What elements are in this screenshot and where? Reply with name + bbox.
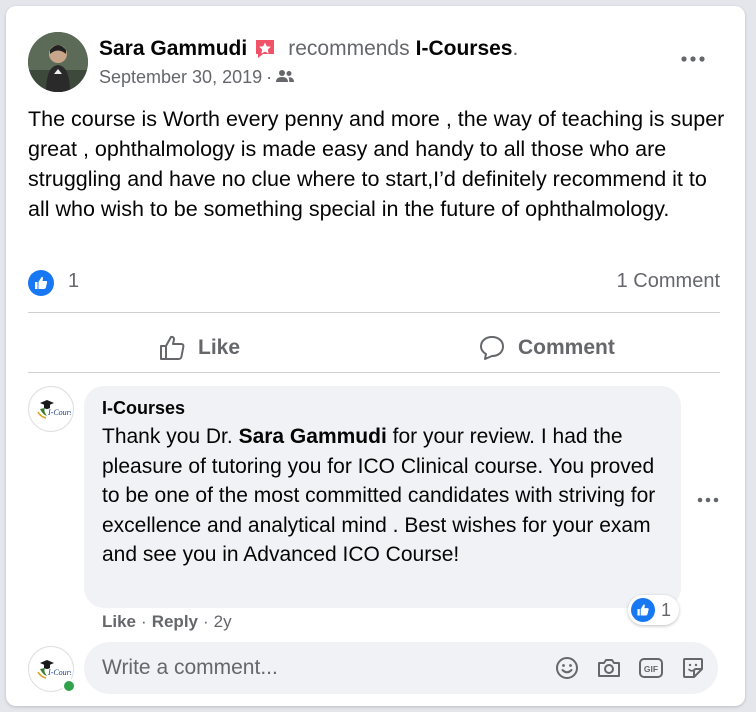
friends-icon[interactable] — [276, 67, 295, 88]
recommend-star-icon — [254, 38, 276, 60]
recommended-page-name[interactable]: I-Courses — [416, 37, 513, 61]
more-horizontal-icon — [697, 497, 719, 503]
emoji-icon[interactable] — [554, 655, 580, 681]
meta-separator: · — [266, 67, 273, 87]
comment-input[interactable] — [102, 652, 542, 684]
comment-options-button[interactable] — [694, 490, 722, 510]
header-period: . — [512, 37, 519, 60]
comment-text: Thank you Dr. Sara Gammudi for your revi… — [102, 425, 656, 566]
i-courses-logo: I-Courses — [37, 400, 71, 419]
svg-text:I-Courses: I-Courses — [47, 408, 71, 417]
post-body: The course is Worth every penny and more… — [28, 107, 725, 221]
like-button-label: Like — [198, 336, 241, 359]
author-name[interactable]: Sara Gammudi — [99, 37, 247, 61]
comment-age[interactable]: 2y — [214, 612, 232, 632]
online-status-indicator — [62, 679, 76, 693]
svg-text:I-Courses: I-Courses — [47, 668, 71, 677]
action-separator: · — [203, 612, 209, 631]
comment-button-label: Comment — [518, 336, 615, 359]
post-header: Sara Gammudi recommends I-Courses . — [99, 34, 518, 64]
recommends-text: recommends — [288, 37, 410, 60]
comment-reaction-count: 1 — [661, 599, 672, 620]
comment-like-link[interactable]: Like — [102, 612, 136, 632]
like-button[interactable]: Like — [158, 328, 240, 368]
comment-actions: Like · Reply · 2y — [102, 612, 232, 632]
camera-icon[interactable] — [596, 655, 622, 681]
comment-composer[interactable]: GIF — [84, 642, 718, 694]
divider — [28, 372, 720, 373]
action-separator: · — [141, 612, 147, 631]
more-horizontal-icon — [681, 56, 705, 62]
like-reaction-icon — [631, 598, 655, 622]
reactions-summary: 1 1 Comment — [28, 268, 720, 296]
commenter-avatar[interactable]: I-Courses — [28, 386, 74, 432]
like-reaction-icon[interactable] — [28, 270, 54, 296]
post-meta: September 30, 2019 · — [99, 67, 295, 88]
post-options-button[interactable] — [676, 46, 710, 72]
like-count[interactable]: 1 — [68, 270, 79, 293]
comment-bubble: I-Courses Thank you Dr. Sara Gammudi for… — [84, 386, 681, 608]
author-photo — [28, 32, 88, 92]
post-card: Sara Gammudi recommends I-Courses . Sept… — [6, 6, 745, 706]
speech-bubble-icon — [480, 336, 504, 360]
divider — [28, 312, 720, 313]
comment-author[interactable]: I-Courses — [102, 398, 185, 419]
sticker-icon[interactable] — [680, 655, 706, 681]
composer-tools: GIF — [538, 655, 706, 681]
thumbs-up-outline-icon — [160, 335, 185, 360]
comment-reactions[interactable]: 1 — [628, 595, 680, 625]
comment-button[interactable]: Comment — [478, 328, 615, 368]
comment-count[interactable]: 1 Comment — [617, 270, 720, 293]
tagged-name[interactable]: Sara Gammudi — [239, 425, 387, 448]
svg-text:GIF: GIF — [644, 664, 658, 674]
author-avatar[interactable] — [28, 32, 88, 92]
post-date[interactable]: September 30, 2019 — [99, 67, 262, 88]
comment-reply-link[interactable]: Reply — [152, 612, 198, 632]
gif-icon[interactable]: GIF — [638, 655, 664, 681]
